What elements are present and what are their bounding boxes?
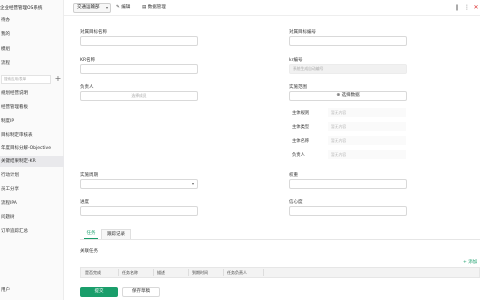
goal-name-label: 对属目标名称 [80, 30, 107, 35]
sidebar-item-ipa[interactable]: 流程IPA [0, 198, 64, 209]
view-select[interactable]: 交通运输部 ▾ [73, 3, 111, 13]
sidebar-item-action-plan[interactable]: 行动计划 [0, 170, 64, 181]
scope-field-label: 主体规则 [292, 111, 310, 116]
close-icon[interactable]: ✕ [472, 3, 480, 13]
period-label: 实施周期 [80, 173, 98, 178]
confidence-label: 信心度 [289, 200, 303, 205]
app-window: 企业经营管理OS系统 待办 我的 模组 流程 搜索应用/表单 + 规划经营说明 … [0, 0, 480, 300]
goal-no-field[interactable] [289, 36, 407, 46]
task-table-header: 是否完成 任务名称 描述 到期时间 任务负责人 [80, 267, 480, 278]
task-section-title: 关联任务 [80, 249, 98, 254]
edit-icon: ✎ [116, 5, 120, 10]
owner-select[interactable]: 选择成员 [80, 91, 198, 101]
sidebar: 企业经营管理OS系统 待办 我的 模组 流程 搜索应用/表单 + 规划经营说明 … [0, 0, 64, 300]
scope-field-label: 主体名称 [292, 139, 310, 144]
scope-field-value: 暂无内容 [328, 122, 406, 131]
column-header: 是否完成 [85, 270, 101, 275]
column-divider [263, 269, 264, 276]
sidebar-item-kr[interactable]: 关键结果制定-KR [0, 156, 64, 167]
sidebar-item-share[interactable]: 员工分享 [0, 184, 64, 195]
scope-label: 实施范围 [289, 85, 307, 90]
column-divider [188, 269, 189, 276]
sidebar-item-order-tracking[interactable]: 订单追踪汇总 [0, 226, 64, 237]
data-manage-label: 数据管理 [147, 5, 166, 10]
sidebar-item-issue-tree[interactable]: 问题树 [0, 212, 64, 223]
confidence-field[interactable] [289, 206, 407, 216]
edit-label: 编辑 [121, 5, 131, 10]
column-divider [118, 269, 119, 276]
more-icon[interactable]: ⋮ [463, 3, 471, 13]
add-task-button[interactable]: + 添加 [463, 259, 477, 265]
bookmark-icon[interactable]: ❙ [453, 3, 461, 13]
sidebar-item-modules[interactable]: 模组 [0, 44, 64, 55]
edit-button[interactable]: ✎ 编辑 [116, 4, 130, 12]
column-header: 到期时间 [192, 270, 208, 275]
kr-no-label: kr编号 [289, 58, 303, 63]
sidebar-search-input[interactable]: 搜索应用/表单 [1, 75, 51, 84]
chevron-down-icon: ▾ [105, 5, 108, 10]
kr-no-field: 系统生成自动编号 [289, 64, 407, 74]
column-header: 任务名称 [122, 270, 138, 275]
tabs-divider [80, 239, 480, 240]
kr-name-label: KR名称 [80, 58, 96, 63]
scope-field-value: 暂无内容 [328, 108, 406, 117]
select-data-button[interactable]: ⊕ 选择数据 [289, 91, 407, 101]
view-select-value: 交通运输部 [77, 5, 100, 10]
column-header: 任务负责人 [227, 270, 247, 275]
tab-tasks[interactable]: 任务 [84, 229, 98, 239]
progress-field[interactable] [80, 206, 198, 216]
scope-field-label: 主体类型 [292, 125, 310, 130]
user-name[interactable]: 用户 [1, 287, 10, 293]
kr-name-field[interactable] [80, 64, 198, 74]
column-divider [223, 269, 224, 276]
tab-tracking[interactable]: 跟踪记录 [101, 229, 131, 239]
sidebar-add-button[interactable]: + [54, 74, 62, 83]
sidebar-item-mine[interactable]: 我的 [0, 29, 64, 40]
sidebar-item-goal-review[interactable]: 目标制定审核表 [0, 130, 64, 141]
data-manage-icon: ▤ [142, 5, 147, 10]
progress-label: 进度 [80, 200, 89, 205]
column-header: 描述 [157, 270, 165, 275]
sidebar-item-process[interactable]: 流程 [0, 58, 64, 69]
chevron-down-icon: ▾ [191, 181, 194, 186]
data-manage-button[interactable]: ▤ 数据管理 [142, 4, 166, 12]
scope-field-value: 暂无内容 [328, 150, 406, 159]
sidebar-item-objective[interactable]: 年度目标分解-Objective [0, 143, 64, 154]
sidebar-item-plan[interactable]: 规划经营说明 [0, 88, 64, 99]
weight-field[interactable] [289, 179, 407, 189]
period-select[interactable]: ▾ [80, 179, 198, 189]
toolbar: 交通运输部 ▾ ✎ 编辑 ▤ 数据管理 ❙ ⋮ ✕ [64, 0, 480, 16]
goal-name-field[interactable] [80, 36, 198, 46]
scope-field-label: 负责人 [292, 153, 305, 158]
sidebar-item-dashboard[interactable]: 经营管理看板 [0, 102, 64, 113]
goal-no-label: 对属目标编号 [289, 30, 316, 35]
scope-field-value: 暂无内容 [328, 136, 406, 145]
save-draft-button[interactable]: 保存草稿 [122, 287, 160, 297]
sidebar-item-policy[interactable]: 制度IP [0, 116, 64, 127]
column-divider [153, 269, 154, 276]
submit-button[interactable]: 提交 [80, 287, 118, 297]
owner-label: 负责人 [80, 85, 94, 90]
app-title: 企业经营管理OS系统 [0, 6, 43, 11]
sidebar-item-todo[interactable]: 待办 [0, 15, 64, 26]
weight-label: 权重 [289, 173, 298, 178]
